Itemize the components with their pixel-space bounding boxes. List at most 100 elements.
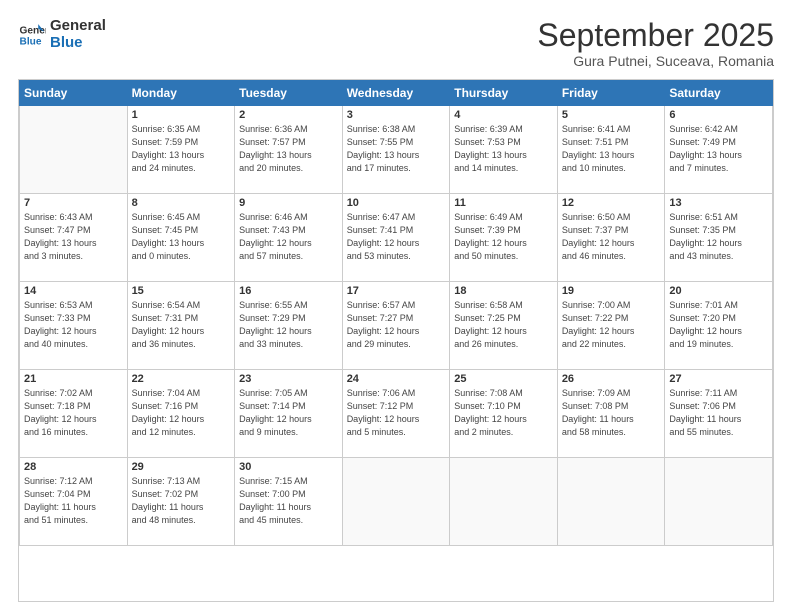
calendar-cell: 3 Sunrise: 6:38 AMSunset: 7:55 PMDaylight…: [342, 106, 450, 194]
calendar-cell: 6 Sunrise: 6:42 AMSunset: 7:49 PMDaylight…: [665, 106, 773, 194]
day-number: 15: [132, 285, 231, 297]
day-info: Sunrise: 6:42 AMSunset: 7:49 PMDaylight:…: [669, 123, 768, 175]
day-number: 23: [239, 373, 338, 385]
day-info: Sunrise: 6:36 AMSunset: 7:57 PMDaylight:…: [239, 123, 338, 175]
day-info: Sunrise: 6:54 AMSunset: 7:31 PMDaylight:…: [132, 299, 231, 351]
day-info: Sunrise: 7:02 AMSunset: 7:18 PMDaylight:…: [24, 387, 123, 439]
calendar-cell: 20 Sunrise: 7:01 AMSunset: 7:20 PMDayligh…: [665, 282, 773, 370]
day-info: Sunrise: 7:01 AMSunset: 7:20 PMDaylight:…: [669, 299, 768, 351]
month-title: September 2025: [537, 18, 774, 53]
calendar-cell: 10 Sunrise: 6:47 AMSunset: 7:41 PMDayligh…: [342, 194, 450, 282]
day-info: Sunrise: 7:15 AMSunset: 7:00 PMDaylight:…: [239, 475, 338, 527]
day-info: Sunrise: 6:57 AMSunset: 7:27 PMDaylight:…: [347, 299, 446, 351]
calendar-cell: 21 Sunrise: 7:02 AMSunset: 7:18 PMDayligh…: [20, 370, 128, 458]
weekday-header-wednesday: Wednesday: [342, 81, 450, 106]
calendar-cell: [665, 458, 773, 546]
day-number: 26: [562, 373, 661, 385]
calendar-cell: 2 Sunrise: 6:36 AMSunset: 7:57 PMDaylight…: [235, 106, 343, 194]
day-info: Sunrise: 6:53 AMSunset: 7:33 PMDaylight:…: [24, 299, 123, 351]
day-number: 11: [454, 197, 553, 209]
day-info: Sunrise: 7:06 AMSunset: 7:12 PMDaylight:…: [347, 387, 446, 439]
weekday-header-sunday: Sunday: [20, 81, 128, 106]
day-info: Sunrise: 6:41 AMSunset: 7:51 PMDaylight:…: [562, 123, 661, 175]
day-info: Sunrise: 6:45 AMSunset: 7:45 PMDaylight:…: [132, 211, 231, 263]
calendar-cell: 1Sunrise: 6:35 AMSunset: 7:59 PMDaylight…: [127, 106, 235, 194]
svg-text:General: General: [20, 25, 46, 36]
calendar-cell: 12 Sunrise: 6:50 AMSunset: 7:37 PMDayligh…: [557, 194, 665, 282]
day-info: Sunrise: 7:09 AMSunset: 7:08 PMDaylight:…: [562, 387, 661, 439]
day-number: 17: [347, 285, 446, 297]
day-number: 13: [669, 197, 768, 209]
calendar-cell: 15 Sunrise: 6:54 AMSunset: 7:31 PMDayligh…: [127, 282, 235, 370]
day-number: 12: [562, 197, 661, 209]
calendar-cell: [20, 106, 128, 194]
day-info: Sunrise: 6:39 AMSunset: 7:53 PMDaylight:…: [454, 123, 553, 175]
header: General Blue General Blue September 2025…: [18, 18, 774, 69]
calendar-cell: 24 Sunrise: 7:06 AMSunset: 7:12 PMDayligh…: [342, 370, 450, 458]
calendar-cell: 9Sunrise: 6:46 AMSunset: 7:43 PMDaylight…: [235, 194, 343, 282]
day-info: Sunrise: 7:13 AMSunset: 7:02 PMDaylight:…: [132, 475, 231, 527]
day-info: Sunrise: 6:43 AMSunset: 7:47 PMDaylight:…: [24, 211, 123, 263]
weekday-header-saturday: Saturday: [665, 81, 773, 106]
calendar-cell: [557, 458, 665, 546]
day-number: 9: [239, 197, 338, 209]
day-info: Sunrise: 6:51 AMSunset: 7:35 PMDaylight:…: [669, 211, 768, 263]
day-number: 24: [347, 373, 446, 385]
day-number: 16: [239, 285, 338, 297]
calendar-cell: 25Sunrise: 7:08 AMSunset: 7:10 PMDayligh…: [450, 370, 558, 458]
day-number: 8: [132, 197, 231, 209]
day-number: 25: [454, 373, 553, 385]
weekday-header-monday: Monday: [127, 81, 235, 106]
day-info: Sunrise: 6:58 AMSunset: 7:25 PMDaylight:…: [454, 299, 553, 351]
day-number: 4: [454, 109, 553, 121]
calendar-cell: 14 Sunrise: 6:53 AMSunset: 7:33 PMDayligh…: [20, 282, 128, 370]
calendar: SundayMondayTuesdayWednesdayThursdayFrid…: [18, 79, 774, 602]
calendar-cell: 13 Sunrise: 6:51 AMSunset: 7:35 PMDayligh…: [665, 194, 773, 282]
calendar-cell: 5 Sunrise: 6:41 AMSunset: 7:51 PMDaylight…: [557, 106, 665, 194]
calendar-cell: 18 Sunrise: 6:58 AMSunset: 7:25 PMDayligh…: [450, 282, 558, 370]
day-info: Sunrise: 7:11 AMSunset: 7:06 PMDaylight:…: [669, 387, 768, 439]
day-number: 7: [24, 197, 123, 209]
calendar-cell: 19Sunrise: 7:00 AMSunset: 7:22 PMDayligh…: [557, 282, 665, 370]
calendar-cell: [450, 458, 558, 546]
weekday-header-friday: Friday: [557, 81, 665, 106]
day-number: 14: [24, 285, 123, 297]
calendar-cell: 17 Sunrise: 6:57 AMSunset: 7:27 PMDayligh…: [342, 282, 450, 370]
day-number: 18: [454, 285, 553, 297]
weekday-header-row: SundayMondayTuesdayWednesdayThursdayFrid…: [20, 81, 773, 106]
day-number: 21: [24, 373, 123, 385]
day-info: Sunrise: 7:04 AMSunset: 7:16 PMDaylight:…: [132, 387, 231, 439]
logo-line2: Blue: [50, 35, 106, 52]
title-block: September 2025 Gura Putnei, Suceava, Rom…: [537, 18, 774, 69]
weekday-header-tuesday: Tuesday: [235, 81, 343, 106]
calendar-cell: 26 Sunrise: 7:09 AMSunset: 7:08 PMDayligh…: [557, 370, 665, 458]
day-number: 28: [24, 461, 123, 473]
day-number: 29: [132, 461, 231, 473]
day-number: 20: [669, 285, 768, 297]
day-info: Sunrise: 6:38 AMSunset: 7:55 PMDaylight:…: [347, 123, 446, 175]
day-info: Sunrise: 6:55 AMSunset: 7:29 PMDaylight:…: [239, 299, 338, 351]
day-info: Sunrise: 7:00 AMSunset: 7:22 PMDaylight:…: [562, 299, 661, 351]
calendar-cell: 28 Sunrise: 7:12 AMSunset: 7:04 PMDayligh…: [20, 458, 128, 546]
day-info: Sunrise: 6:47 AMSunset: 7:41 PMDaylight:…: [347, 211, 446, 263]
day-number: 22: [132, 373, 231, 385]
svg-text:Blue: Blue: [20, 36, 42, 47]
calendar-cell: 11 Sunrise: 6:49 AMSunset: 7:39 PMDayligh…: [450, 194, 558, 282]
calendar-cell: 29 Sunrise: 7:13 AMSunset: 7:02 PMDayligh…: [127, 458, 235, 546]
day-number: 3: [347, 109, 446, 121]
day-info: Sunrise: 7:05 AMSunset: 7:14 PMDaylight:…: [239, 387, 338, 439]
day-number: 5: [562, 109, 661, 121]
day-info: Sunrise: 6:49 AMSunset: 7:39 PMDaylight:…: [454, 211, 553, 263]
day-number: 10: [347, 197, 446, 209]
day-number: 2: [239, 109, 338, 121]
calendar-cell: 16 Sunrise: 6:55 AMSunset: 7:29 PMDayligh…: [235, 282, 343, 370]
calendar-cell: 4 Sunrise: 6:39 AMSunset: 7:53 PMDaylight…: [450, 106, 558, 194]
day-number: 6: [669, 109, 768, 121]
calendar-cell: [342, 458, 450, 546]
day-info: Sunrise: 6:50 AMSunset: 7:37 PMDaylight:…: [562, 211, 661, 263]
logo-line1: General: [50, 18, 106, 35]
calendar-cell: 22 Sunrise: 7:04 AMSunset: 7:16 PMDayligh…: [127, 370, 235, 458]
location: Gura Putnei, Suceava, Romania: [537, 53, 774, 69]
calendar-cell: 27Sunrise: 7:11 AMSunset: 7:06 PMDayligh…: [665, 370, 773, 458]
day-info: Sunrise: 7:12 AMSunset: 7:04 PMDaylight:…: [24, 475, 123, 527]
